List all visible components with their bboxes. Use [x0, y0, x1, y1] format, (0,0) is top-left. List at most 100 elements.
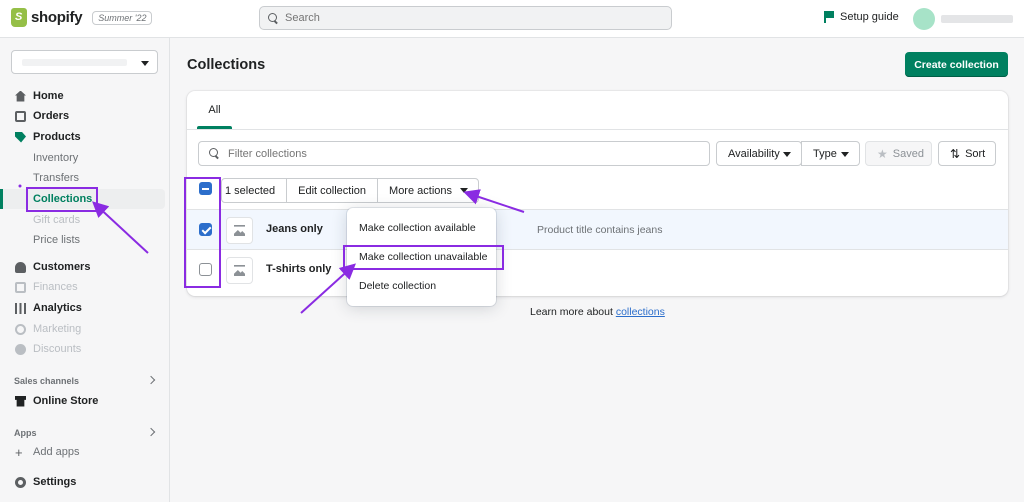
table-row[interactable]: T-shirts only	[187, 249, 1008, 289]
sidebar-item-online-store[interactable]: Online Store	[0, 391, 165, 411]
caret-down-icon	[141, 61, 149, 66]
search-icon	[268, 12, 279, 24]
avatar	[913, 8, 935, 30]
sidebar-item-label: Finances	[33, 281, 78, 293]
setup-guide-label: Setup guide	[840, 11, 899, 23]
top-bar: shopify Summer '22 Setup guide	[0, 0, 1024, 38]
tag-icon	[15, 131, 26, 143]
apps-heading: Apps	[14, 428, 37, 438]
sort-label: Sort	[965, 147, 986, 160]
active-indicator	[0, 189, 3, 209]
chevron-right-icon[interactable]	[146, 427, 156, 437]
sidebar-item-label: Settings	[33, 476, 77, 488]
image-placeholder-icon	[226, 217, 253, 244]
saved-button[interactable]: ★ Saved	[865, 141, 932, 166]
user-name-redacted	[941, 15, 1013, 23]
annotation-box-collections	[26, 187, 98, 212]
flag-icon	[824, 11, 834, 23]
sidebar-item-label: Discounts	[33, 343, 82, 355]
sidebar-item-inventory[interactable]: Inventory	[0, 148, 165, 168]
store-selector[interactable]	[11, 50, 158, 74]
sort-button[interactable]: ⇅ Sort	[938, 141, 996, 166]
sidebar-item-discounts[interactable]: Discounts	[0, 339, 165, 359]
annotation-box-checkboxes	[184, 177, 221, 288]
collections-card: All Availability Type ★ Saved ⇅ Sort 1 s…	[187, 91, 1008, 296]
more-actions-button[interactable]: More actions	[378, 179, 478, 202]
edit-collection-button[interactable]: Edit collection	[287, 179, 379, 202]
sidebar-item-gift-cards[interactable]: Gift cards	[0, 210, 165, 230]
sidebar-item-label: Marketing	[33, 323, 82, 335]
bar-chart-icon	[15, 302, 26, 314]
sidebar-item-finances[interactable]: Finances	[0, 277, 165, 297]
type-label: Type	[813, 147, 837, 160]
search-icon	[209, 148, 220, 159]
learn-more-prefix: Learn more about	[530, 306, 613, 318]
bulk-actions: 1 selected Edit collection More actions	[221, 178, 480, 203]
menu-item-delete[interactable]: Delete collection	[347, 271, 496, 300]
shopify-logo[interactable]: shopify Summer '22	[11, 8, 153, 27]
sidebar-item-analytics[interactable]: Analytics	[0, 298, 165, 318]
sidebar-item-price-lists[interactable]: Price lists	[0, 230, 165, 250]
sidebar-item-label: Inventory	[33, 152, 79, 164]
store-icon	[15, 395, 26, 407]
search-input[interactable]	[285, 12, 645, 24]
tab-all[interactable]: All	[197, 91, 232, 129]
sidebar-item-label: Online Store	[33, 395, 99, 407]
image-placeholder-icon	[226, 257, 253, 284]
home-icon	[15, 90, 26, 102]
saved-label: Saved	[892, 147, 924, 160]
sidebar-item-home[interactable]: Home	[0, 86, 165, 106]
chevron-right-icon[interactable]	[146, 375, 156, 385]
sidebar-item-add-apps[interactable]: + Add apps	[0, 442, 165, 462]
collection-title[interactable]: Jeans only	[266, 223, 323, 235]
star-icon: ★	[877, 146, 888, 161]
sidebar-item-label: Price lists	[33, 234, 81, 246]
plus-icon: +	[15, 444, 23, 460]
annotation-box-make-unavailable	[343, 245, 504, 270]
create-collection-button[interactable]: Create collection	[905, 52, 1008, 77]
sidebar-item-label: Transfers	[33, 172, 80, 184]
collection-title[interactable]: T-shirts only	[266, 263, 331, 275]
sales-channels-heading: Sales channels	[14, 376, 80, 386]
selected-count: 1 selected	[222, 179, 288, 202]
sidebar-item-settings[interactable]: Settings	[0, 472, 165, 492]
sidebar-item-label: Analytics	[33, 302, 82, 314]
sidebar-item-label: Customers	[33, 261, 91, 273]
availability-label: Availability	[728, 147, 780, 160]
sidebar-item-marketing[interactable]: Marketing	[0, 319, 165, 339]
sidebar-item-label: Add apps	[33, 446, 80, 458]
menu-item-make-available[interactable]: Make collection available	[347, 213, 496, 242]
sidebar-item-label: Products	[33, 131, 81, 143]
filter-input[interactable]	[228, 147, 678, 160]
table-row[interactable]: Jeans only Product title contains jeans	[187, 209, 1008, 249]
type-filter-button[interactable]: Type	[801, 141, 860, 166]
sidebar-item-products[interactable]: Products	[0, 127, 165, 147]
global-search[interactable]	[259, 6, 672, 30]
sidebar-item-label: Gift cards	[33, 214, 81, 226]
sort-icon: ⇅	[950, 146, 961, 161]
caret-down-icon	[841, 152, 849, 157]
more-actions-label: More actions	[389, 184, 453, 197]
finances-icon	[15, 281, 26, 293]
sidebar-item-orders[interactable]: Orders	[0, 106, 165, 126]
sidebar-item-customers[interactable]: Customers	[0, 257, 165, 277]
person-icon	[15, 261, 26, 273]
discount-icon	[15, 343, 26, 355]
sidebar-item-label: Home	[33, 90, 64, 102]
setup-guide-link[interactable]: Setup guide	[824, 11, 899, 23]
sidebar: Home Orders Products Inventory Transfers…	[0, 38, 170, 502]
collections-help-link[interactable]: collections	[616, 306, 665, 318]
shopify-bag-icon	[11, 8, 27, 27]
caret-down-icon	[460, 188, 469, 193]
filter-collections[interactable]	[198, 141, 710, 166]
user-menu[interactable]	[913, 8, 1013, 30]
availability-filter-button[interactable]: Availability	[716, 141, 802, 166]
brand-name: shopify	[31, 9, 83, 26]
sidebar-item-label: Orders	[33, 110, 70, 122]
target-icon	[15, 323, 26, 335]
gear-icon	[15, 476, 26, 488]
orders-icon	[15, 110, 26, 122]
collection-condition: Product title contains jeans	[537, 224, 663, 236]
store-name-redacted	[22, 59, 127, 66]
sidebar-item-transfers[interactable]: Transfers	[0, 168, 165, 188]
